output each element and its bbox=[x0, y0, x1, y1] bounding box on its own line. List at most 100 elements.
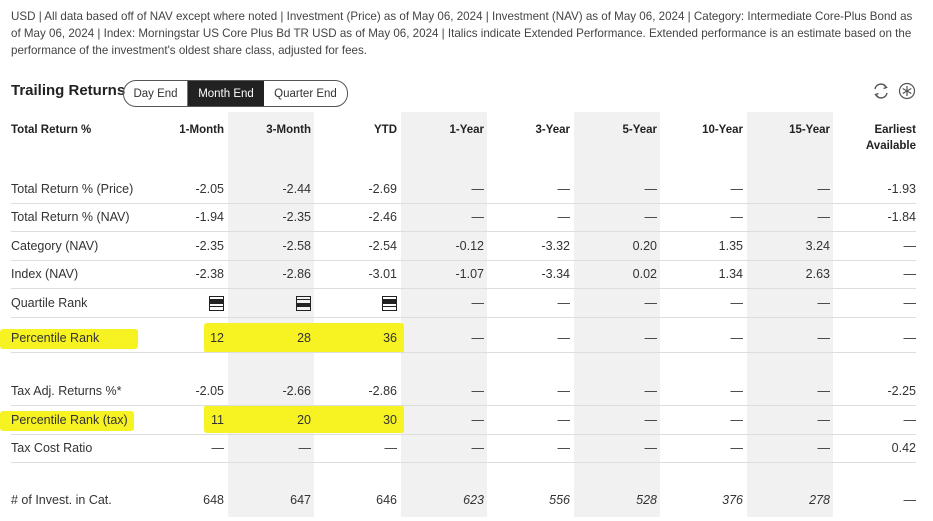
day-end-button[interactable]: Day End bbox=[124, 81, 188, 106]
table-row: Quartile Rank — — — — — — bbox=[11, 289, 916, 318]
table-cell: -2.66 bbox=[282, 384, 312, 398]
quartile-icon bbox=[209, 295, 224, 311]
table-cell: — bbox=[730, 384, 744, 398]
table-cell: — bbox=[471, 384, 485, 398]
table-cell: — bbox=[557, 413, 571, 427]
table-cell: 1.35 bbox=[718, 239, 743, 253]
table-cell: 0.02 bbox=[632, 267, 657, 281]
table-cell: -0.12 bbox=[455, 239, 485, 253]
table-cell: -3.32 bbox=[541, 239, 571, 253]
column-header-earliest-line2: Available bbox=[865, 140, 916, 152]
table-cell: — bbox=[817, 296, 831, 310]
column-header-label: Total Return % bbox=[11, 124, 92, 136]
quartile-rank-icon bbox=[144, 289, 224, 317]
table-cell: — bbox=[644, 441, 658, 455]
table-row: Tax Adj. Returns %* -2.05 -2.66 -2.86— — — — — -… bbox=[11, 377, 916, 406]
table-cell: 11 bbox=[211, 413, 224, 427]
star-icon[interactable] bbox=[898, 82, 916, 100]
table-cell: — bbox=[471, 413, 485, 427]
table-cell: -2.58 bbox=[282, 239, 312, 253]
table-cell: -2.86 bbox=[368, 384, 398, 398]
table-cell: -2.05 bbox=[195, 182, 225, 196]
quartile-icon bbox=[382, 295, 397, 311]
table-cell: — bbox=[211, 441, 225, 455]
table-cell: -3.34 bbox=[541, 267, 571, 281]
table-cell: -2.86 bbox=[282, 267, 312, 281]
column-header-3year[interactable]: 3-Year bbox=[486, 122, 570, 138]
quartile-rank-icon bbox=[317, 289, 397, 317]
table-cell: -2.25 bbox=[887, 384, 917, 398]
table-cell: — bbox=[903, 413, 917, 427]
quarter-end-button[interactable]: Quarter End bbox=[264, 81, 347, 106]
column-header-earliest[interactable]: Earliest Available bbox=[815, 122, 916, 154]
table-cell: -2.46 bbox=[368, 210, 398, 224]
table-cell: — bbox=[730, 441, 744, 455]
table-cell: 376 bbox=[722, 493, 743, 507]
table-cell: — bbox=[730, 296, 744, 310]
table-cell: -2.69 bbox=[368, 182, 398, 196]
quartile-rank-icon bbox=[231, 289, 311, 317]
column-header-3month[interactable]: 3-Month bbox=[227, 122, 311, 138]
column-header-1month[interactable]: 1-Month bbox=[140, 122, 224, 138]
refresh-icon[interactable] bbox=[872, 82, 890, 100]
table-row: Total Return % (NAV) -1.94 -2.35 -2.46— — — — —… bbox=[11, 203, 916, 232]
table-cell: 646 bbox=[376, 493, 397, 507]
column-header-earliest-line1: Earliest bbox=[874, 124, 916, 136]
table-cell: — bbox=[557, 210, 571, 224]
table-cell: -1.84 bbox=[887, 210, 917, 224]
table-row: Index (NAV) -2.38 -2.86 -3.01 -1.07 -3.34 0.02… bbox=[11, 260, 916, 289]
table-cell: 36 bbox=[383, 331, 397, 345]
table-cell: — bbox=[817, 182, 831, 196]
table-cell: — bbox=[817, 331, 831, 345]
month-end-button[interactable]: Month End bbox=[188, 81, 264, 106]
table-cell: -1.93 bbox=[887, 182, 917, 196]
table-row: Percentile Rank (tax) 11 20 30— — — — — — bbox=[11, 406, 916, 435]
table-cell: 20 bbox=[297, 413, 311, 427]
table-cell: — bbox=[471, 210, 485, 224]
table-cell: -3.01 bbox=[368, 267, 398, 281]
table-cell: — bbox=[644, 331, 658, 345]
table-cell: — bbox=[384, 441, 398, 455]
table-cell: — bbox=[557, 296, 571, 310]
table-row: Category (NAV) -2.35 -2.58 -2.54 -0.12 -3.32 0… bbox=[11, 232, 916, 261]
table-cell: 0.42 bbox=[891, 441, 916, 455]
table-cell: -2.44 bbox=[282, 182, 312, 196]
table-cell: — bbox=[903, 296, 917, 310]
table-cell: — bbox=[471, 441, 485, 455]
table-cell: 0.20 bbox=[632, 239, 657, 253]
table-cell: — bbox=[644, 413, 658, 427]
table-row: Total Return % (Price) -2.05 -2.44 -2.69— — —… bbox=[11, 175, 916, 204]
table-cell: — bbox=[557, 331, 571, 345]
table-cell: 623 bbox=[463, 493, 484, 507]
column-header-1year[interactable]: 1-Year bbox=[400, 122, 484, 138]
column-header-10year[interactable]: 10-Year bbox=[659, 122, 743, 138]
table-cell: 28 bbox=[297, 331, 311, 345]
table-cell: -2.35 bbox=[195, 239, 225, 253]
table-cell: 3.24 bbox=[805, 239, 830, 253]
table-cell: — bbox=[471, 296, 485, 310]
table-cell: — bbox=[903, 239, 917, 253]
table-cell: -2.05 bbox=[195, 384, 225, 398]
table-cell: — bbox=[817, 413, 831, 427]
table-cell: — bbox=[730, 331, 744, 345]
table-cell: — bbox=[471, 182, 485, 196]
table-row: Tax Cost Ratio — — — — — — — —0.42 bbox=[11, 434, 916, 463]
table-cell: — bbox=[903, 493, 917, 507]
table-cell: 30 bbox=[383, 413, 397, 427]
table-cell: 556 bbox=[549, 493, 570, 507]
table-cell: 647 bbox=[290, 493, 311, 507]
table-cell: -2.38 bbox=[195, 267, 225, 281]
table-cell: — bbox=[903, 267, 917, 281]
table-cell: 1.34 bbox=[718, 267, 743, 281]
table-cell: — bbox=[644, 296, 658, 310]
table-cell: — bbox=[298, 441, 312, 455]
column-header-5year[interactable]: 5-Year bbox=[573, 122, 657, 138]
table-cell: 278 bbox=[809, 493, 830, 507]
table-cell: -1.07 bbox=[455, 267, 485, 281]
table-cell: 2.63 bbox=[805, 267, 830, 281]
quartile-icon bbox=[296, 295, 311, 311]
table-row: Percentile Rank 12 28 36— — — — — — bbox=[11, 324, 916, 353]
section-title: Trailing Returns bbox=[11, 82, 126, 99]
table-cell: — bbox=[557, 182, 571, 196]
column-header-ytd[interactable]: YTD bbox=[313, 122, 397, 138]
